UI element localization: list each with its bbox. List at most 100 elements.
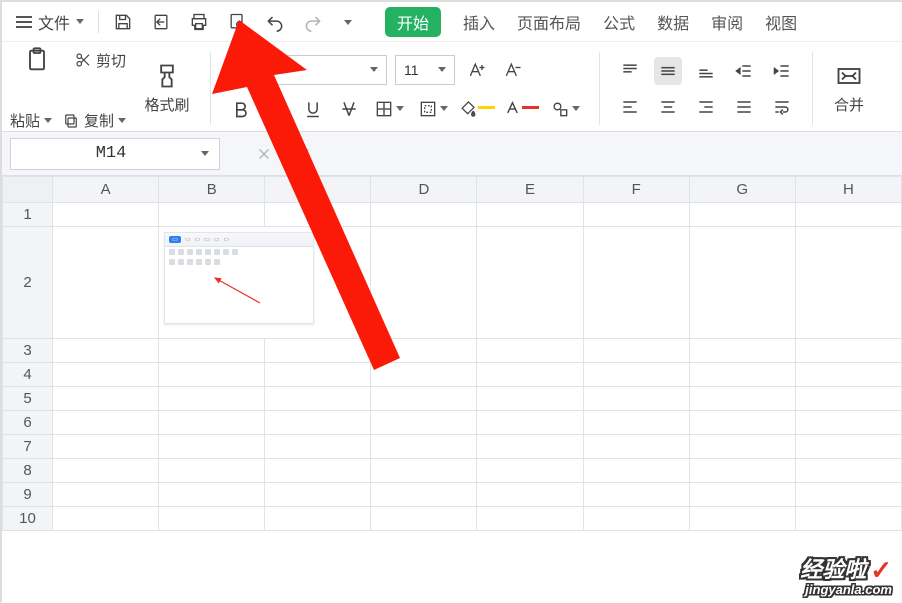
cell[interactable] xyxy=(689,363,795,387)
cell[interactable] xyxy=(53,387,159,411)
format-painter-button[interactable]: 格式刷 xyxy=(140,62,194,115)
cell[interactable] xyxy=(583,227,689,339)
cell-style-button[interactable] xyxy=(415,95,451,123)
print-button[interactable] xyxy=(185,8,213,36)
col-header[interactable]: C xyxy=(265,177,371,203)
cell[interactable]: ▭▭▭▭▭▭ xyxy=(159,227,371,339)
cell[interactable] xyxy=(689,507,795,531)
tab-page-layout[interactable]: 页面布局 xyxy=(517,10,581,34)
cell[interactable] xyxy=(371,227,477,339)
tab-start[interactable]: 开始 xyxy=(385,7,441,37)
tab-formula[interactable]: 公式 xyxy=(603,10,635,34)
cut-button[interactable]: 剪切 xyxy=(74,50,126,71)
cell[interactable] xyxy=(689,227,795,339)
output-button[interactable] xyxy=(147,8,175,36)
align-middle-button[interactable] xyxy=(654,57,682,85)
col-header[interactable]: D xyxy=(371,177,477,203)
insert-function-button[interactable]: fx xyxy=(288,140,316,168)
italic-button[interactable] xyxy=(263,95,291,123)
col-header[interactable]: A xyxy=(53,177,159,203)
cell[interactable] xyxy=(159,339,265,363)
cell[interactable] xyxy=(477,459,583,483)
col-header[interactable]: F xyxy=(583,177,689,203)
cell[interactable] xyxy=(583,411,689,435)
cell[interactable] xyxy=(53,507,159,531)
cell[interactable] xyxy=(795,387,901,411)
cell[interactable] xyxy=(371,203,477,227)
copy-button[interactable]: 复制 xyxy=(62,110,126,131)
tab-insert[interactable]: 插入 xyxy=(463,10,495,34)
tab-view[interactable]: 视图 xyxy=(765,10,797,34)
cell[interactable] xyxy=(795,435,901,459)
cell[interactable] xyxy=(477,203,583,227)
undo-button[interactable] xyxy=(261,8,289,36)
strikethrough-button[interactable] xyxy=(335,95,363,123)
paste-button[interactable] xyxy=(10,46,64,74)
cell[interactable] xyxy=(371,411,477,435)
cell[interactable] xyxy=(583,339,689,363)
cell[interactable] xyxy=(265,339,371,363)
cell[interactable] xyxy=(583,203,689,227)
bold-button[interactable] xyxy=(227,95,255,123)
col-header[interactable]: G xyxy=(689,177,795,203)
cancel-formula-button[interactable] xyxy=(250,140,278,168)
cell[interactable] xyxy=(265,203,371,227)
cell[interactable] xyxy=(477,339,583,363)
save-button[interactable] xyxy=(109,8,137,36)
cell[interactable] xyxy=(583,459,689,483)
cell[interactable] xyxy=(795,483,901,507)
cell[interactable] xyxy=(795,411,901,435)
row-header[interactable]: 5 xyxy=(3,387,53,411)
justify-button[interactable] xyxy=(730,93,758,121)
paste-label-row[interactable]: 粘贴 xyxy=(10,110,52,131)
tab-review[interactable]: 审阅 xyxy=(711,10,743,34)
cell[interactable] xyxy=(265,387,371,411)
align-bottom-button[interactable] xyxy=(692,57,720,85)
cell[interactable] xyxy=(265,507,371,531)
cell[interactable] xyxy=(371,459,477,483)
cell[interactable] xyxy=(583,507,689,531)
file-menu-button[interactable]: 文件 xyxy=(12,8,88,36)
number-format-button[interactable] xyxy=(547,95,583,123)
cell[interactable] xyxy=(477,507,583,531)
qa-customize-button[interactable] xyxy=(337,8,359,36)
col-header[interactable]: E xyxy=(477,177,583,203)
fill-color-button[interactable] xyxy=(459,95,495,123)
cell[interactable] xyxy=(689,459,795,483)
row-header[interactable]: 10 xyxy=(3,507,53,531)
row-header[interactable]: 7 xyxy=(3,435,53,459)
cell[interactable] xyxy=(265,483,371,507)
cell[interactable] xyxy=(159,459,265,483)
cell[interactable] xyxy=(53,459,159,483)
cell[interactable] xyxy=(689,387,795,411)
cell[interactable] xyxy=(795,227,901,339)
row-header[interactable]: 3 xyxy=(3,339,53,363)
cell[interactable] xyxy=(477,411,583,435)
decrease-font-button[interactable] xyxy=(499,56,527,84)
cell[interactable] xyxy=(53,227,159,339)
name-box[interactable]: M14 xyxy=(10,138,220,170)
row-header[interactable]: 4 xyxy=(3,363,53,387)
cell[interactable] xyxy=(477,387,583,411)
cell[interactable] xyxy=(583,483,689,507)
cell[interactable] xyxy=(53,435,159,459)
cell[interactable] xyxy=(159,483,265,507)
row-header[interactable]: 1 xyxy=(3,203,53,227)
align-top-button[interactable] xyxy=(616,57,644,85)
cell[interactable] xyxy=(265,435,371,459)
cell[interactable] xyxy=(265,459,371,483)
cell[interactable] xyxy=(795,459,901,483)
align-left-button[interactable] xyxy=(616,93,644,121)
col-header[interactable]: B xyxy=(159,177,265,203)
tab-data[interactable]: 数据 xyxy=(657,10,689,34)
cell[interactable] xyxy=(371,363,477,387)
cell[interactable] xyxy=(53,203,159,227)
cell[interactable] xyxy=(371,387,477,411)
cell[interactable] xyxy=(689,203,795,227)
cell[interactable] xyxy=(159,507,265,531)
embedded-image-thumbnail[interactable]: ▭▭▭▭▭▭ xyxy=(164,232,314,324)
cell[interactable] xyxy=(53,483,159,507)
col-header[interactable]: H xyxy=(795,177,901,203)
cell[interactable] xyxy=(795,363,901,387)
cell[interactable] xyxy=(159,203,265,227)
